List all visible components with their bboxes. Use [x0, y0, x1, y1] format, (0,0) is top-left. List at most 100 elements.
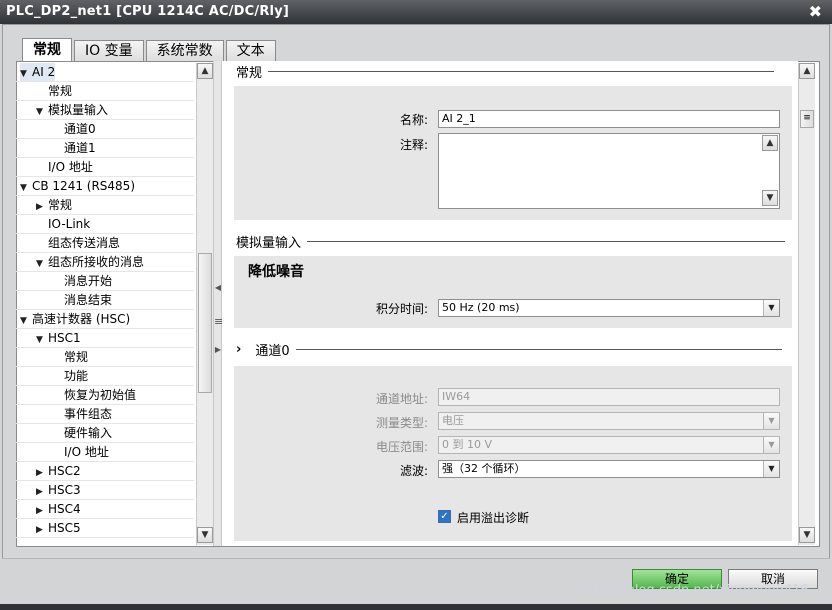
tree-item[interactable]: IO-Link [36, 215, 90, 234]
channel-address-field: IW64 [438, 388, 780, 406]
filter-value: 强（32 个循环） [442, 462, 526, 475]
tree-item[interactable]: ▼ AI 2 [20, 63, 56, 82]
tree-item-label: 恢复为初始值 [64, 388, 137, 402]
tree-item[interactable]: I/O 地址 [36, 158, 93, 177]
chevron-down-icon[interactable]: ▼ [763, 461, 779, 477]
tab-io-tags[interactable]: IO 变量 [74, 40, 144, 62]
measurement-type-value: 电压 [442, 414, 464, 427]
properties-scrollbar[interactable]: ▲ ≡ ▼ [798, 63, 815, 545]
tab-general[interactable]: 常规 [22, 38, 72, 62]
tree-item-label: I/O 地址 [48, 160, 93, 174]
tree-item[interactable]: ▶ HSC5 [36, 519, 81, 538]
close-icon[interactable]: ✖ [809, 2, 822, 21]
expand-arrow-icon[interactable]: › [236, 342, 241, 357]
tree-item[interactable]: 消息开始 [52, 272, 112, 291]
overflow-diagnostics-label: 启用溢出诊断 [457, 511, 530, 525]
comment-scroll-up-icon[interactable]: ▲ [762, 135, 778, 151]
tree-item-label: 高速计数器 (HSC) [32, 312, 131, 326]
navigation-tree: ▼ AI 2 常规 ▼ 模拟量输入通道0 通道1 I/O 地址 ▼ CB 1241 (RS485… [16, 61, 196, 544]
tree-item-label: 模拟量输入 [48, 103, 109, 117]
tab-texts[interactable]: 文本 [225, 40, 276, 62]
collapse-left-icon[interactable]: ◀ [214, 283, 222, 292]
tree-item-label: HSC1 [48, 331, 81, 345]
tree-item[interactable]: ▶ HSC2 [36, 462, 81, 481]
tree-row-divider [16, 138, 194, 139]
comment-label: 注释: [399, 138, 428, 152]
tree-item-label: 组态传送消息 [48, 236, 121, 250]
tree-item-label: 消息结束 [64, 293, 113, 307]
tree-item-label: HSC2 [48, 464, 81, 478]
tree-row-divider [16, 537, 194, 538]
tree-item[interactable]: 消息结束 [52, 291, 112, 310]
tree-item[interactable]: ▼ CB 1241 (RS485) [20, 177, 135, 196]
overflow-diagnostics-checkbox[interactable]: ✓ [438, 510, 451, 523]
splitter-grip-icon: ≡ [214, 315, 224, 328]
scroll-down-icon[interactable]: ▼ [799, 527, 815, 543]
chevron-down-icon: ▼ [763, 437, 779, 453]
measurement-type-select: 电压 ▼ [438, 412, 780, 430]
properties-scroll-thumb[interactable]: ≡ [800, 110, 814, 128]
tree-item[interactable]: 组态传送消息 [36, 234, 120, 253]
tree-item[interactable]: I/O 地址 [52, 443, 109, 462]
scroll-up-icon[interactable]: ▲ [799, 63, 815, 79]
analog-input-panel [234, 256, 792, 328]
tree-item-label: 通道0 [64, 122, 96, 136]
tree-item[interactable]: 硬件输入 [52, 424, 112, 443]
tree-item-label: 事件组态 [64, 407, 113, 421]
tree-item[interactable]: ▼ 组态所接收的消息 [36, 253, 144, 272]
section-general-title: 常规 [236, 65, 263, 81]
chevron-down-icon: ▼ [763, 413, 779, 429]
tree-item[interactable]: 事件组态 [52, 405, 112, 424]
tab-bar: 常规 IO 变量 系统常数 文本 [22, 38, 278, 62]
tree-item-label: CB 1241 (RS485) [32, 179, 136, 193]
tree-item[interactable]: 常规 [36, 82, 72, 101]
tree-item[interactable]: ▶ HSC4 [36, 500, 81, 519]
tree-row-divider [16, 119, 194, 120]
tree-item-label: HSC5 [48, 521, 81, 535]
tree-item[interactable]: 恢复为初始值 [52, 386, 136, 405]
tree-scrollbar[interactable]: ▲ ▼ [196, 63, 213, 545]
name-field[interactable]: AI 2_1 [438, 110, 780, 128]
tree-item[interactable]: 通道1 [52, 139, 96, 158]
integration-time-value: 50 Hz (20 ms) [442, 301, 520, 314]
section-channel0-heading[interactable]: › 通道0 [236, 340, 782, 359]
tree-item[interactable]: ▶ 常规 [36, 196, 72, 215]
tree-item-label: 常规 [64, 350, 89, 364]
tree-item-label: 消息开始 [64, 274, 113, 288]
integration-time-label: 积分时间: [375, 302, 428, 316]
channel-address-label: 通道地址: [375, 392, 428, 406]
name-label: 名称: [399, 113, 428, 127]
tab-system-constants[interactable]: 系统常数 [145, 40, 224, 62]
section-analog-input-title: 模拟量输入 [236, 235, 302, 251]
comment-field[interactable]: ▲ ▼ [438, 133, 780, 209]
section-general-heading[interactable]: 常规 [236, 62, 775, 81]
tree-item[interactable]: ▼ 模拟量输入 [36, 101, 108, 120]
expand-right-icon[interactable]: ▶ [214, 345, 222, 354]
filter-label: 滤波: [399, 464, 428, 478]
tree-scroll-thumb[interactable] [198, 253, 212, 393]
section-analog-input-heading[interactable]: 模拟量输入 [236, 232, 786, 251]
tree-row-divider [16, 366, 194, 367]
tree-item-label: HSC4 [48, 502, 81, 516]
bottom-border [0, 604, 832, 610]
tree-item-label: IO-Link [48, 217, 91, 231]
tree-item-label: 通道1 [64, 141, 96, 155]
scroll-up-icon[interactable]: ▲ [197, 63, 213, 79]
scroll-down-icon[interactable]: ▼ [197, 527, 213, 543]
voltage-range-select: 0 到 10 V ▼ [438, 436, 780, 454]
tree-item[interactable]: ▶ HSC3 [36, 481, 81, 500]
tree-item-label: 常规 [48, 198, 73, 212]
tree-item[interactable]: 通道0 [52, 120, 96, 139]
tree-item-label: 硬件输入 [64, 426, 113, 440]
pane-splitter[interactable]: ◀ ≡ ▶ [213, 61, 224, 546]
integration-time-select[interactable]: 50 Hz (20 ms) ▼ [438, 299, 780, 317]
tree-item-label: 常规 [48, 84, 73, 98]
chevron-down-icon[interactable]: ▼ [763, 300, 779, 316]
tree-item[interactable]: 功能 [52, 367, 88, 386]
tree-item[interactable]: ▼ HSC1 [36, 329, 81, 348]
tree-item[interactable]: ▼ 高速计数器 (HSC) [20, 310, 130, 329]
filter-select[interactable]: 强（32 个循环） ▼ [438, 460, 780, 478]
tree-item[interactable]: 常规 [52, 348, 88, 367]
comment-scroll-down-icon[interactable]: ▼ [762, 190, 778, 206]
properties-pane: 常规 名称: AI 2_1 注释: ▲ ▼ 模拟量输入 降低噪音 积分时间: 5… [222, 61, 798, 546]
